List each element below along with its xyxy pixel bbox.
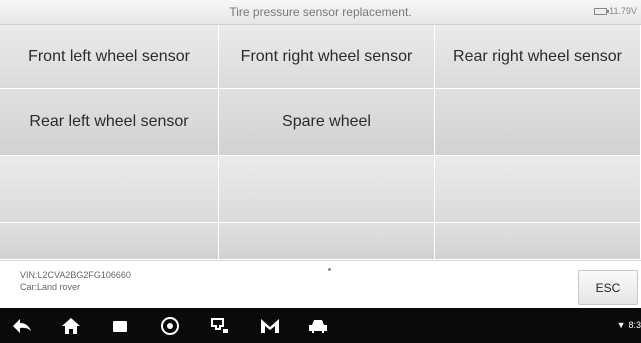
wifi-icon: ▼ bbox=[616, 320, 626, 330]
empty-cell bbox=[0, 156, 219, 223]
page-title: Tire pressure sensor replacement. bbox=[229, 5, 412, 19]
chrome-icon[interactable] bbox=[160, 316, 180, 336]
vci-connect-icon[interactable] bbox=[210, 316, 230, 336]
status-area: ▼ 8:3 bbox=[617, 320, 641, 330]
android-navbar: ▼ 8:3 bbox=[0, 308, 641, 343]
empty-cell bbox=[435, 89, 641, 156]
battery-status: 11.79V bbox=[594, 6, 637, 16]
empty-cell bbox=[219, 223, 435, 260]
battery-voltage: 11.79V bbox=[609, 6, 637, 16]
empty-cell bbox=[219, 156, 435, 223]
front-left-sensor-button[interactable]: Front left wheel sensor bbox=[0, 25, 219, 89]
back-icon[interactable] bbox=[12, 316, 32, 336]
rear-left-sensor-button[interactable]: Rear left wheel sensor bbox=[0, 89, 219, 156]
clock-text: 8:3 bbox=[628, 320, 641, 330]
page-indicator-dot bbox=[328, 268, 331, 271]
empty-cell bbox=[435, 223, 641, 260]
car-icon[interactable] bbox=[308, 316, 328, 336]
front-right-sensor-button[interactable]: Front right wheel sensor bbox=[219, 25, 435, 89]
home-icon[interactable] bbox=[61, 316, 81, 336]
esc-button[interactable]: ESC bbox=[578, 270, 638, 305]
spare-wheel-button[interactable]: Spare wheel bbox=[219, 89, 435, 156]
sensor-grid: Front left wheel sensor Front right whee… bbox=[0, 25, 641, 260]
vin-text: VIN:L2CVA2BG2FG106660 bbox=[20, 270, 131, 280]
recent-apps-icon[interactable] bbox=[110, 316, 130, 336]
rear-right-sensor-button[interactable]: Rear right wheel sensor bbox=[435, 25, 641, 89]
vehicle-info-bar: VIN:L2CVA2BG2FG106660 Car:Land rover ESC bbox=[0, 260, 641, 309]
title-bar: Tire pressure sensor replacement. 11.79V bbox=[0, 0, 641, 25]
m-logo-icon[interactable] bbox=[260, 316, 280, 336]
empty-cell bbox=[0, 223, 219, 260]
empty-cell bbox=[435, 156, 641, 223]
car-text: Car:Land rover bbox=[20, 282, 81, 292]
battery-icon bbox=[594, 7, 610, 15]
